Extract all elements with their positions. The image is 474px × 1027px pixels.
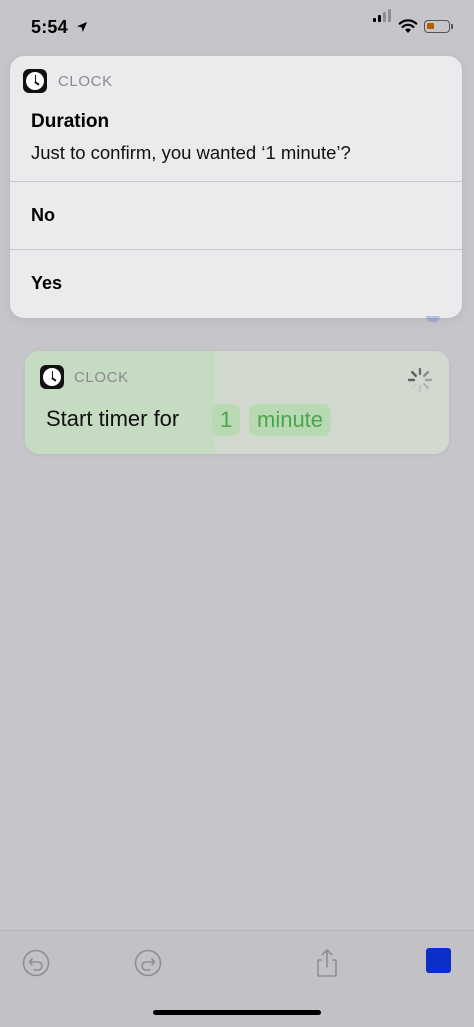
home-indicator	[153, 1010, 321, 1015]
share-icon[interactable]	[312, 948, 342, 978]
option-no-button[interactable]: No	[10, 182, 462, 250]
action-text: Start timer for	[46, 406, 180, 431]
partially-hidden-indicator	[426, 316, 440, 322]
battery-cap	[451, 24, 453, 29]
undo-icon[interactable]	[21, 948, 51, 978]
location-arrow-icon	[77, 22, 87, 32]
loading-spinner-icon	[407, 367, 433, 393]
alert-message: Just to confirm, you wanted ‘1 minute’?	[31, 142, 351, 163]
alert-app-label: CLOCK	[58, 72, 113, 90]
alert-title: Duration	[31, 111, 110, 132]
action-app-row: CLOCK	[40, 365, 129, 389]
start-timer-action[interactable]: CLOCK Start timer for 1 minute	[25, 351, 449, 454]
status-time: 5:54	[31, 17, 68, 37]
redo-icon[interactable]	[133, 948, 163, 978]
action-app-label: CLOCK	[74, 368, 129, 386]
option-no-label: No	[31, 205, 55, 225]
alert-app-row: CLOCK	[23, 68, 113, 94]
option-yes-label: Yes	[31, 273, 63, 293]
option-yes-button[interactable]: Yes	[10, 250, 462, 318]
battery-icon	[424, 20, 450, 33]
clock-app-icon	[40, 365, 64, 389]
wifi-icon	[398, 19, 418, 33]
status-bar: 5:54	[0, 0, 474, 56]
stop-button[interactable]	[426, 948, 451, 973]
timer-amount-token[interactable]: 1	[212, 404, 241, 436]
timer-unit-token[interactable]: minute	[249, 404, 332, 436]
confirmation-alert: CLOCK Duration Just to confirm, you want…	[10, 56, 462, 318]
clock-app-icon	[23, 69, 47, 93]
